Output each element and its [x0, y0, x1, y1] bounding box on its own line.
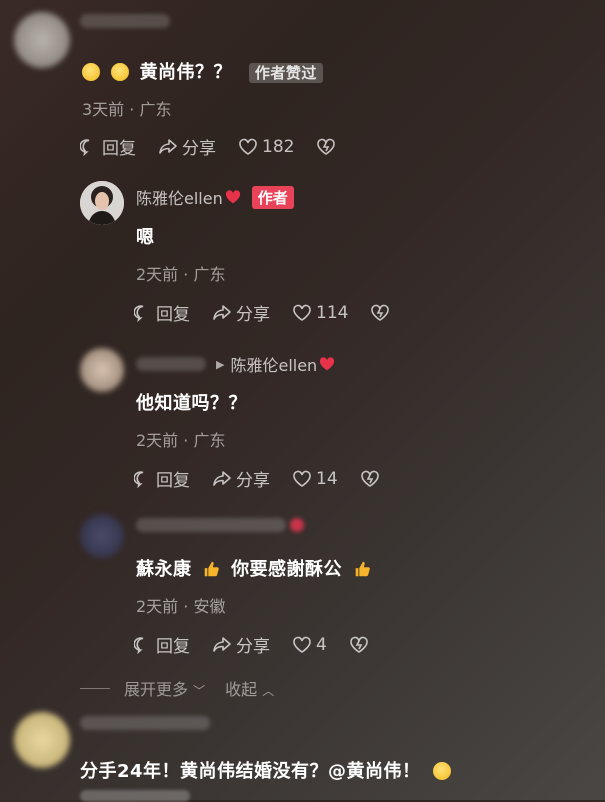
- share-button[interactable]: 分享: [212, 300, 270, 325]
- share-label: 分享: [236, 637, 270, 657]
- like-count: 182: [262, 136, 295, 157]
- reply-icon: [80, 138, 90, 156]
- divider-line: [80, 687, 110, 689]
- avatar[interactable]: [80, 514, 124, 558]
- dislike-button[interactable]: [360, 470, 384, 488]
- share-label: 分享: [236, 305, 270, 325]
- reply-label: 回复: [156, 471, 190, 491]
- share-label: 分享: [236, 471, 270, 491]
- share-icon: [159, 138, 177, 154]
- author-avatar-image: [80, 181, 124, 225]
- share-icon: [213, 636, 231, 652]
- comment-meta: 3天前 · 广东: [82, 100, 172, 119]
- like-button[interactable]: 14: [292, 469, 338, 489]
- username-blurred[interactable]: [80, 14, 170, 28]
- like-count: 114: [316, 302, 349, 323]
- chevron-down-icon: ﹀: [193, 684, 206, 698]
- comment-actions: 回复 分享 182: [80, 134, 362, 159]
- comment-body-part2: 你要感謝酥公: [231, 559, 343, 580]
- comment-text: 蘇永康 你要感謝酥公: [136, 555, 371, 581]
- red-heart-icon: [320, 357, 335, 371]
- share-label: 分享: [182, 139, 216, 159]
- red-heart-icon: [225, 190, 240, 204]
- comment-actions: 回复 分享 114: [134, 300, 416, 325]
- username-blurred[interactable]: [80, 716, 210, 730]
- comment-body: 他知道吗？？: [136, 393, 247, 414]
- like-count: 14: [316, 468, 338, 489]
- like-count: 4: [316, 634, 327, 655]
- share-button[interactable]: 分享: [158, 134, 216, 159]
- avatar[interactable]: [14, 12, 70, 68]
- dizzy-face-emoji: [110, 63, 129, 81]
- dislike-broken-heart-icon: [350, 636, 368, 653]
- comment-meta: 2天前 · 安徽: [136, 597, 226, 616]
- reply-button[interactable]: 回复: [134, 300, 190, 325]
- reply-button[interactable]: 回复: [134, 632, 190, 657]
- comment-body: 分手24年！黄尚伟结婚没有？@黄尚伟！: [80, 761, 421, 782]
- username-blurred[interactable]: [136, 357, 206, 371]
- comment-text: 黄尚伟？？ 作者赞过: [82, 58, 323, 84]
- like-button[interactable]: 4: [292, 635, 327, 655]
- like-heart-icon: [293, 636, 311, 653]
- author-name-row: 陈雅伦ellen 作者: [136, 185, 294, 209]
- like-heart-icon: [239, 138, 257, 155]
- share-icon: [213, 470, 231, 486]
- reply-button[interactable]: 回复: [134, 466, 190, 491]
- avatar[interactable]: [14, 712, 70, 768]
- collapse-label: 收起: [225, 680, 258, 699]
- dislike-button[interactable]: [370, 304, 394, 322]
- dislike-broken-heart-icon: [371, 304, 390, 321]
- share-button[interactable]: 分享: [212, 466, 270, 491]
- reply-label: 回复: [156, 305, 190, 325]
- like-button[interactable]: 182: [238, 137, 294, 157]
- comment-actions: 回复 分享 14: [134, 466, 406, 491]
- collapse-button[interactable]: 收起 ︿: [225, 676, 274, 700]
- thumbs-up-emoji: [204, 561, 220, 577]
- reply-arrow-icon: ▶: [216, 357, 225, 371]
- reply-icon: [134, 470, 144, 488]
- expand-more-button[interactable]: 展开更多 ﹀: [124, 676, 205, 700]
- dislike-button[interactable]: [316, 138, 340, 156]
- reply-name-row: ▶ 陈雅伦ellen: [136, 352, 336, 376]
- share-button[interactable]: 分享: [212, 632, 270, 657]
- like-button[interactable]: 114: [292, 303, 348, 323]
- share-icon: [213, 304, 231, 320]
- username-blurred[interactable]: [136, 518, 286, 532]
- chevron-up-icon: ︿: [262, 684, 275, 698]
- comment-body: 嗯: [136, 227, 155, 248]
- dislike-broken-heart-icon: [317, 138, 336, 155]
- reply-target-username[interactable]: 陈雅伦ellen: [230, 352, 317, 376]
- red-heart-icon-blurred: [290, 518, 304, 532]
- reply-icon: [134, 304, 144, 322]
- reply-label: 回复: [102, 139, 136, 159]
- like-heart-icon: [293, 304, 311, 321]
- expand-label: 展开更多: [124, 680, 189, 699]
- reply-name-row: [136, 518, 304, 532]
- dislike-broken-heart-icon: [360, 470, 379, 487]
- reply-label: 回复: [156, 637, 190, 657]
- author-badge: 作者: [251, 185, 294, 209]
- dizzy-face-emoji: [82, 63, 100, 81]
- expand-bar: 展开更多 ﹀ 收起 ︿: [80, 676, 274, 700]
- author-liked-badge: 作者赞过: [248, 63, 323, 83]
- thumbs-up-emoji: [355, 561, 370, 577]
- comment-actions: 回复 分享 4: [134, 632, 395, 657]
- comment-meta-cutoff: [80, 790, 190, 802]
- avatar-author[interactable]: [80, 181, 124, 225]
- comment-body: 黄尚伟？？: [139, 62, 233, 83]
- reply-icon: [134, 636, 144, 654]
- reply-button[interactable]: 回复: [80, 134, 136, 159]
- username[interactable]: 陈雅伦ellen: [136, 185, 223, 209]
- comment-meta: 2天前 · 广东: [136, 431, 226, 450]
- comment-text: 分手24年！黄尚伟结婚没有？@黄尚伟！: [80, 757, 452, 783]
- comment-meta: 2天前 · 广东: [136, 265, 226, 284]
- comment-body-part1: 蘇永康: [136, 559, 192, 580]
- dislike-button[interactable]: [349, 636, 373, 654]
- laughing-face-emoji: [433, 762, 452, 780]
- like-heart-icon: [293, 470, 311, 487]
- avatar[interactable]: [80, 348, 124, 392]
